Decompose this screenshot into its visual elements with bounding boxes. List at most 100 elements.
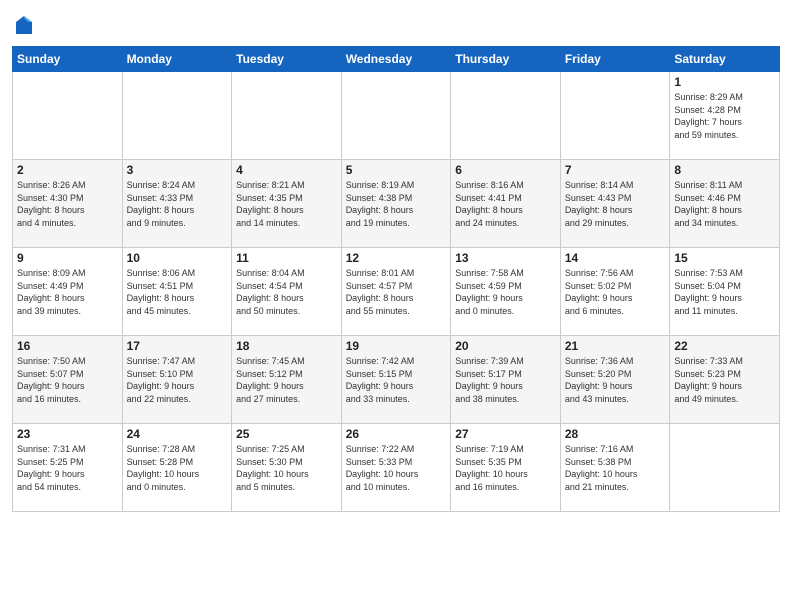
day-cell: 22 Sunrise: 7:33 AM Sunset: 5:23 PM Dayli… (670, 336, 780, 424)
day-number: 18 (236, 339, 337, 353)
col-header-saturday: Saturday (670, 47, 780, 72)
day-info: Sunrise: 7:45 AM Sunset: 5:12 PM Dayligh… (236, 355, 337, 405)
day-number: 6 (455, 163, 556, 177)
day-cell (13, 72, 123, 160)
day-cell: 19 Sunrise: 7:42 AM Sunset: 5:15 PM Dayli… (341, 336, 451, 424)
day-info: Sunrise: 8:29 AM Sunset: 4:28 PM Dayligh… (674, 91, 775, 141)
day-info: Sunrise: 7:56 AM Sunset: 5:02 PM Dayligh… (565, 267, 666, 317)
day-info: Sunrise: 8:06 AM Sunset: 4:51 PM Dayligh… (127, 267, 228, 317)
day-number: 4 (236, 163, 337, 177)
day-cell: 13 Sunrise: 7:58 AM Sunset: 4:59 PM Dayli… (451, 248, 561, 336)
day-cell: 20Sunrise: 7:39 AM Sunset: 5:17 PM Dayli… (451, 336, 561, 424)
day-cell: 11Sunrise: 8:04 AM Sunset: 4:54 PM Dayli… (232, 248, 342, 336)
day-cell: 17 Sunrise: 7:47 AM Sunset: 5:10 PM Dayli… (122, 336, 232, 424)
day-cell (451, 72, 561, 160)
day-number: 19 (346, 339, 447, 353)
day-cell: 8 Sunrise: 8:11 AM Sunset: 4:46 PM Daylig… (670, 160, 780, 248)
calendar: SundayMondayTuesdayWednesdayThursdayFrid… (12, 46, 780, 512)
day-info: Sunrise: 8:16 AM Sunset: 4:41 PM Dayligh… (455, 179, 556, 229)
day-cell: 18 Sunrise: 7:45 AM Sunset: 5:12 PM Dayli… (232, 336, 342, 424)
day-info: Sunrise: 7:28 AM Sunset: 5:28 PM Dayligh… (127, 443, 228, 493)
day-number: 9 (17, 251, 118, 265)
day-cell: 4 Sunrise: 8:21 AM Sunset: 4:35 PM Daylig… (232, 160, 342, 248)
day-info: Sunrise: 7:16 AM Sunset: 5:38 PM Dayligh… (565, 443, 666, 493)
day-cell: 23Sunrise: 7:31 AM Sunset: 5:25 PM Dayli… (13, 424, 123, 512)
week-row-4: 23Sunrise: 7:31 AM Sunset: 5:25 PM Dayli… (13, 424, 780, 512)
day-number: 10 (127, 251, 228, 265)
day-info: Sunrise: 7:53 AM Sunset: 5:04 PM Dayligh… (674, 267, 775, 317)
day-info: Sunrise: 7:42 AM Sunset: 5:15 PM Dayligh… (346, 355, 447, 405)
day-info: Sunrise: 8:19 AM Sunset: 4:38 PM Dayligh… (346, 179, 447, 229)
week-row-1: 2Sunrise: 8:26 AM Sunset: 4:30 PM Daylig… (13, 160, 780, 248)
day-cell: 14Sunrise: 7:56 AM Sunset: 5:02 PM Dayli… (560, 248, 670, 336)
day-number: 16 (17, 339, 118, 353)
day-info: Sunrise: 7:19 AM Sunset: 5:35 PM Dayligh… (455, 443, 556, 493)
day-number: 5 (346, 163, 447, 177)
day-number: 27 (455, 427, 556, 441)
day-info: Sunrise: 8:11 AM Sunset: 4:46 PM Dayligh… (674, 179, 775, 229)
day-info: Sunrise: 8:04 AM Sunset: 4:54 PM Dayligh… (236, 267, 337, 317)
logo (12, 14, 40, 38)
day-info: Sunrise: 8:24 AM Sunset: 4:33 PM Dayligh… (127, 179, 228, 229)
day-info: Sunrise: 7:33 AM Sunset: 5:23 PM Dayligh… (674, 355, 775, 405)
day-cell: 21 Sunrise: 7:36 AM Sunset: 5:20 PM Dayli… (560, 336, 670, 424)
day-cell (670, 424, 780, 512)
day-number: 2 (17, 163, 118, 177)
day-cell: 24 Sunrise: 7:28 AM Sunset: 5:28 PM Dayli… (122, 424, 232, 512)
day-cell: 2Sunrise: 8:26 AM Sunset: 4:30 PM Daylig… (13, 160, 123, 248)
week-row-3: 16 Sunrise: 7:50 AM Sunset: 5:07 PM Dayli… (13, 336, 780, 424)
day-cell (122, 72, 232, 160)
day-number: 8 (674, 163, 775, 177)
day-info: Sunrise: 8:14 AM Sunset: 4:43 PM Dayligh… (565, 179, 666, 229)
day-number: 22 (674, 339, 775, 353)
day-info: Sunrise: 8:01 AM Sunset: 4:57 PM Dayligh… (346, 267, 447, 317)
day-cell: 10 Sunrise: 8:06 AM Sunset: 4:51 PM Dayli… (122, 248, 232, 336)
day-info: Sunrise: 7:22 AM Sunset: 5:33 PM Dayligh… (346, 443, 447, 493)
day-number: 12 (346, 251, 447, 265)
day-number: 15 (674, 251, 775, 265)
day-cell: 12 Sunrise: 8:01 AM Sunset: 4:57 PM Dayli… (341, 248, 451, 336)
day-info: Sunrise: 7:58 AM Sunset: 4:59 PM Dayligh… (455, 267, 556, 317)
col-header-sunday: Sunday (13, 47, 123, 72)
week-row-0: 1 Sunrise: 8:29 AM Sunset: 4:28 PM Daylig… (13, 72, 780, 160)
col-header-friday: Friday (560, 47, 670, 72)
day-cell: 3Sunrise: 8:24 AM Sunset: 4:33 PM Daylig… (122, 160, 232, 248)
day-cell: 25 Sunrise: 7:25 AM Sunset: 5:30 PM Dayli… (232, 424, 342, 512)
logo-icon (12, 14, 36, 38)
header-area (12, 10, 780, 38)
day-info: Sunrise: 7:47 AM Sunset: 5:10 PM Dayligh… (127, 355, 228, 405)
day-cell: 26 Sunrise: 7:22 AM Sunset: 5:33 PM Dayli… (341, 424, 451, 512)
day-info: Sunrise: 7:39 AM Sunset: 5:17 PM Dayligh… (455, 355, 556, 405)
day-cell (232, 72, 342, 160)
day-info: Sunrise: 7:31 AM Sunset: 5:25 PM Dayligh… (17, 443, 118, 493)
day-cell: 28 Sunrise: 7:16 AM Sunset: 5:38 PM Dayli… (560, 424, 670, 512)
day-cell: 16 Sunrise: 7:50 AM Sunset: 5:07 PM Dayli… (13, 336, 123, 424)
day-number: 24 (127, 427, 228, 441)
col-header-wednesday: Wednesday (341, 47, 451, 72)
day-number: 7 (565, 163, 666, 177)
day-cell (341, 72, 451, 160)
day-number: 25 (236, 427, 337, 441)
day-cell: 5 Sunrise: 8:19 AM Sunset: 4:38 PM Daylig… (341, 160, 451, 248)
day-number: 13 (455, 251, 556, 265)
day-info: Sunrise: 8:09 AM Sunset: 4:49 PM Dayligh… (17, 267, 118, 317)
day-cell: 7 Sunrise: 8:14 AM Sunset: 4:43 PM Daylig… (560, 160, 670, 248)
day-number: 28 (565, 427, 666, 441)
day-cell: 9 Sunrise: 8:09 AM Sunset: 4:49 PM Daylig… (13, 248, 123, 336)
day-cell: 6 Sunrise: 8:16 AM Sunset: 4:41 PM Daylig… (451, 160, 561, 248)
day-info: Sunrise: 8:21 AM Sunset: 4:35 PM Dayligh… (236, 179, 337, 229)
day-info: Sunrise: 7:36 AM Sunset: 5:20 PM Dayligh… (565, 355, 666, 405)
day-number: 21 (565, 339, 666, 353)
day-cell: 15 Sunrise: 7:53 AM Sunset: 5:04 PM Dayli… (670, 248, 780, 336)
col-header-tuesday: Tuesday (232, 47, 342, 72)
day-number: 1 (674, 75, 775, 89)
day-number: 17 (127, 339, 228, 353)
page: SundayMondayTuesdayWednesdayThursdayFrid… (0, 0, 792, 612)
day-number: 26 (346, 427, 447, 441)
day-cell: 27 Sunrise: 7:19 AM Sunset: 5:35 PM Dayli… (451, 424, 561, 512)
col-header-monday: Monday (122, 47, 232, 72)
col-header-thursday: Thursday (451, 47, 561, 72)
day-info: Sunrise: 7:50 AM Sunset: 5:07 PM Dayligh… (17, 355, 118, 405)
day-cell (560, 72, 670, 160)
day-info: Sunrise: 7:25 AM Sunset: 5:30 PM Dayligh… (236, 443, 337, 493)
